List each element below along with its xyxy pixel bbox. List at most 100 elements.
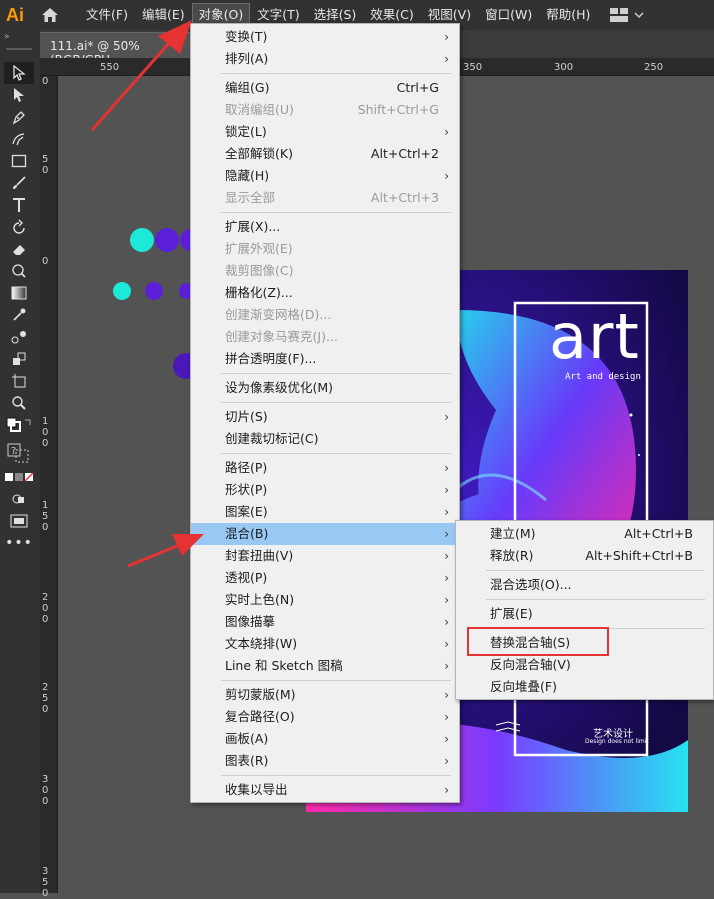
menu-item[interactable]: 设为像素级优化(M) bbox=[191, 377, 459, 399]
menu-item-label: 文本绕排(W) bbox=[225, 636, 298, 651]
menu-item[interactable]: 封套扭曲(V) › bbox=[191, 545, 459, 567]
screen-mode-icon[interactable] bbox=[4, 510, 34, 532]
pen-tool-icon[interactable] bbox=[4, 106, 34, 128]
poster-title: art bbox=[549, 300, 640, 373]
menu-item[interactable]: 图案(E) › bbox=[191, 501, 459, 523]
menu-item-label: 收集以导出 bbox=[225, 782, 288, 797]
menu-item-label: 反向堆叠(F) bbox=[490, 679, 557, 694]
menu-item[interactable]: 建立(M) Alt+Ctrl+B bbox=[456, 523, 713, 545]
menu-item[interactable]: 收集以导出 › bbox=[191, 779, 459, 801]
chevron-right-icon: › bbox=[444, 659, 449, 673]
menu-item[interactable]: 裁剪图像(C) bbox=[191, 260, 459, 282]
menu-item[interactable]: 取消编组(U) Shift+Ctrl+G bbox=[191, 99, 459, 121]
menu-item[interactable]: 扩展(X)... bbox=[191, 216, 459, 238]
app-logo: Ai bbox=[6, 4, 24, 25]
menu-item[interactable]: Line 和 Sketch 图稿 › bbox=[191, 655, 459, 677]
menu-item[interactable]: 反向混合轴(V) bbox=[456, 654, 713, 676]
menu-item-label: 创建对象马赛克(J)... bbox=[225, 329, 338, 344]
chevron-right-icon: › bbox=[444, 549, 449, 563]
menu-item[interactable]: 路径(P) › bbox=[191, 457, 459, 479]
chevron-down-icon bbox=[634, 12, 644, 19]
rectangle-tool-icon[interactable] bbox=[4, 150, 34, 172]
menu-item[interactable]: 创建渐变网格(D)... bbox=[191, 304, 459, 326]
menu-item[interactable]: 文本绕排(W) › bbox=[191, 633, 459, 655]
menu-item[interactable]: 透视(P) › bbox=[191, 567, 459, 589]
menu-item[interactable]: 实时上色(N) › bbox=[191, 589, 459, 611]
menu-item[interactable]: 释放(R) Alt+Shift+Ctrl+B bbox=[456, 545, 713, 567]
menu-item[interactable]: 隐藏(H) › bbox=[191, 165, 459, 187]
menu-item-label: 形状(P) bbox=[225, 482, 268, 497]
menu-separator bbox=[221, 73, 451, 74]
ruler-label: 250 bbox=[42, 682, 49, 715]
blend-tool-icon[interactable] bbox=[4, 326, 34, 348]
menu-item[interactable]: 显示全部 Alt+Ctrl+3 bbox=[191, 187, 459, 209]
menu-item-label: 建立(M) bbox=[490, 526, 536, 541]
chevron-right-icon: › bbox=[444, 483, 449, 497]
artboard-tool-icon[interactable] bbox=[4, 370, 34, 392]
home-icon[interactable] bbox=[38, 3, 62, 27]
eraser-tool-icon[interactable] bbox=[4, 238, 34, 260]
menu-item[interactable]: 复合路径(O) › bbox=[191, 706, 459, 728]
blend-dot[interactable] bbox=[130, 228, 154, 252]
menu-item[interactable]: 混合(B) › bbox=[191, 523, 459, 545]
chevron-right-icon: › bbox=[444, 125, 449, 139]
menu-item[interactable]: 栅格化(Z)... bbox=[191, 282, 459, 304]
menu-separator bbox=[486, 570, 705, 571]
blend-dot[interactable] bbox=[145, 282, 163, 300]
menu-item[interactable]: 图像描摹 › bbox=[191, 611, 459, 633]
menu-item[interactable]: 拼合透明度(F)... bbox=[191, 348, 459, 370]
paintbrush-tool-icon[interactable] bbox=[4, 172, 34, 194]
menu-item[interactable]: 画板(A) › bbox=[191, 728, 459, 750]
menu-item[interactable]: 锁定(L) › bbox=[191, 121, 459, 143]
menu-item[interactable]: 排列(A) › bbox=[191, 48, 459, 70]
menu-item[interactable]: 编组(G) Ctrl+G bbox=[191, 77, 459, 99]
menu-item[interactable]: 混合选项(O)... bbox=[456, 574, 713, 596]
menu-item-label: 编组(G) bbox=[225, 80, 270, 95]
menu-item[interactable]: 图表(R) › bbox=[191, 750, 459, 772]
ruler-label: 100 bbox=[42, 416, 49, 449]
panel-grip[interactable] bbox=[6, 48, 32, 50]
gradient-tool-icon[interactable] bbox=[4, 282, 34, 304]
menu-item-shortcut: Alt+Ctrl+2 bbox=[370, 146, 439, 161]
blend-dot[interactable] bbox=[155, 228, 179, 252]
symbol-sprayer-icon[interactable] bbox=[4, 348, 34, 370]
menu-item[interactable]: 变换(T) › bbox=[191, 26, 459, 48]
type-tool-icon[interactable] bbox=[4, 194, 34, 216]
menu-item[interactable]: 创建裁切标记(C) bbox=[191, 428, 459, 450]
menu-separator bbox=[486, 599, 705, 600]
direct-selection-tool-icon[interactable] bbox=[4, 84, 34, 106]
ruler-label: 300 bbox=[554, 62, 574, 73]
menu-item-label: 路径(P) bbox=[225, 460, 268, 475]
color-mode-icons[interactable] bbox=[4, 466, 34, 488]
blend-dot[interactable] bbox=[113, 282, 131, 300]
menu-7[interactable]: 窗口(W) bbox=[479, 4, 538, 26]
more-tools-icon[interactable]: ••• bbox=[4, 532, 34, 554]
ruler-label: 350 bbox=[42, 866, 49, 899]
unknown-fill-icon[interactable]: ? bbox=[4, 440, 34, 466]
menu-item[interactable]: 反向堆叠(F) bbox=[456, 676, 713, 698]
menu-item[interactable]: 剪切蒙版(M) › bbox=[191, 684, 459, 706]
eyedropper-tool-icon[interactable] bbox=[4, 304, 34, 326]
zoom-tool-icon[interactable] bbox=[4, 392, 34, 414]
menu-item-label: 混合选项(O)... bbox=[490, 577, 572, 592]
rotate-tool-icon[interactable] bbox=[4, 216, 34, 238]
collapse-icon[interactable]: » bbox=[4, 32, 10, 42]
vertical-ruler[interactable]: 0 50 0 100 150 200 250 300 350 bbox=[40, 76, 58, 899]
drawing-mode-icon[interactable] bbox=[4, 488, 34, 510]
poster-footer-sub: Design does not limit bbox=[585, 738, 649, 745]
menu-item[interactable]: 扩展(E) bbox=[456, 603, 713, 625]
workspace-switcher[interactable] bbox=[610, 8, 644, 22]
fill-stroke-icon[interactable] bbox=[4, 414, 34, 440]
menu-item[interactable]: 切片(S) › bbox=[191, 406, 459, 428]
menu-item-label: 隐藏(H) bbox=[225, 168, 270, 183]
menu-item[interactable]: 扩展外观(E) bbox=[191, 238, 459, 260]
menu-8[interactable]: 帮助(H) bbox=[540, 4, 596, 26]
chevron-right-icon: › bbox=[444, 688, 449, 702]
curvature-tool-icon[interactable] bbox=[4, 128, 34, 150]
menu-item[interactable]: 形状(P) › bbox=[191, 479, 459, 501]
warp-tool-icon[interactable] bbox=[4, 260, 34, 282]
selection-tool-icon[interactable] bbox=[4, 62, 34, 84]
menu-item[interactable]: 创建对象马赛克(J)... bbox=[191, 326, 459, 348]
menu-separator bbox=[221, 212, 451, 213]
menu-item[interactable]: 全部解锁(K) Alt+Ctrl+2 bbox=[191, 143, 459, 165]
